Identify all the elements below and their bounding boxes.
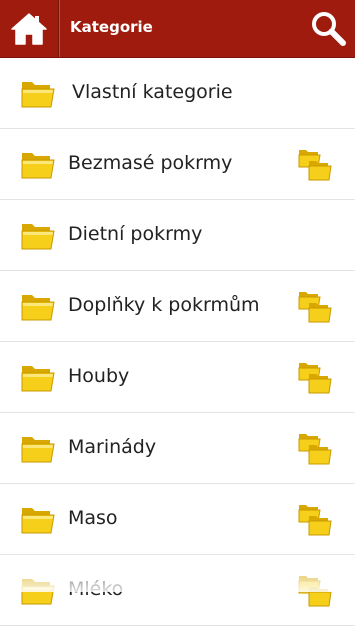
category-label: Doplňky k pokrmům: [68, 294, 260, 316]
list-item[interactable]: Maso: [0, 484, 355, 555]
list-item[interactable]: Doplňky k pokrmům: [0, 271, 355, 342]
category-label: Dietní pokrmy: [68, 223, 203, 245]
search-icon: [312, 12, 346, 46]
search-button[interactable]: [306, 6, 350, 50]
folder-icon: [21, 508, 55, 534]
home-icon: [11, 12, 47, 45]
list-item[interactable]: Bezmasé pokrmy: [0, 129, 355, 200]
folder-icon: [21, 295, 55, 321]
app-header: Kategorie: [0, 0, 355, 58]
subfolders-icon[interactable]: [296, 502, 334, 538]
list-item[interactable]: Mléko: [0, 555, 355, 626]
home-button[interactable]: [0, 0, 58, 57]
subfolders-icon[interactable]: [296, 431, 334, 467]
category-label: Mléko: [68, 578, 124, 600]
folder-icon: [21, 366, 55, 392]
subfolders-icon[interactable]: [296, 360, 334, 396]
list-item[interactable]: Vlastní kategorie: [0, 58, 355, 129]
category-list: Vlastní kategorie Bezmasé pokrmy Dietní …: [0, 58, 355, 626]
page-title: Kategorie: [70, 18, 153, 36]
header-divider: [58, 0, 59, 57]
folder-icon: [21, 579, 55, 605]
folder-icon: [21, 224, 55, 250]
list-item[interactable]: Dietní pokrmy: [0, 200, 355, 271]
list-item[interactable]: Marinády: [0, 413, 355, 484]
category-label: Maso: [68, 507, 118, 529]
subfolders-icon[interactable]: [296, 147, 334, 183]
subfolders-icon[interactable]: [296, 573, 334, 609]
folder-icon: [21, 82, 55, 108]
category-label: Houby: [68, 365, 130, 387]
list-item[interactable]: Houby: [0, 342, 355, 413]
subfolders-icon[interactable]: [296, 289, 334, 325]
category-label: Vlastní kategorie: [72, 81, 233, 103]
category-label: Bezmasé pokrmy: [68, 152, 233, 174]
folder-icon: [21, 153, 55, 179]
category-label: Marinády: [68, 436, 157, 458]
folder-icon: [21, 437, 55, 463]
